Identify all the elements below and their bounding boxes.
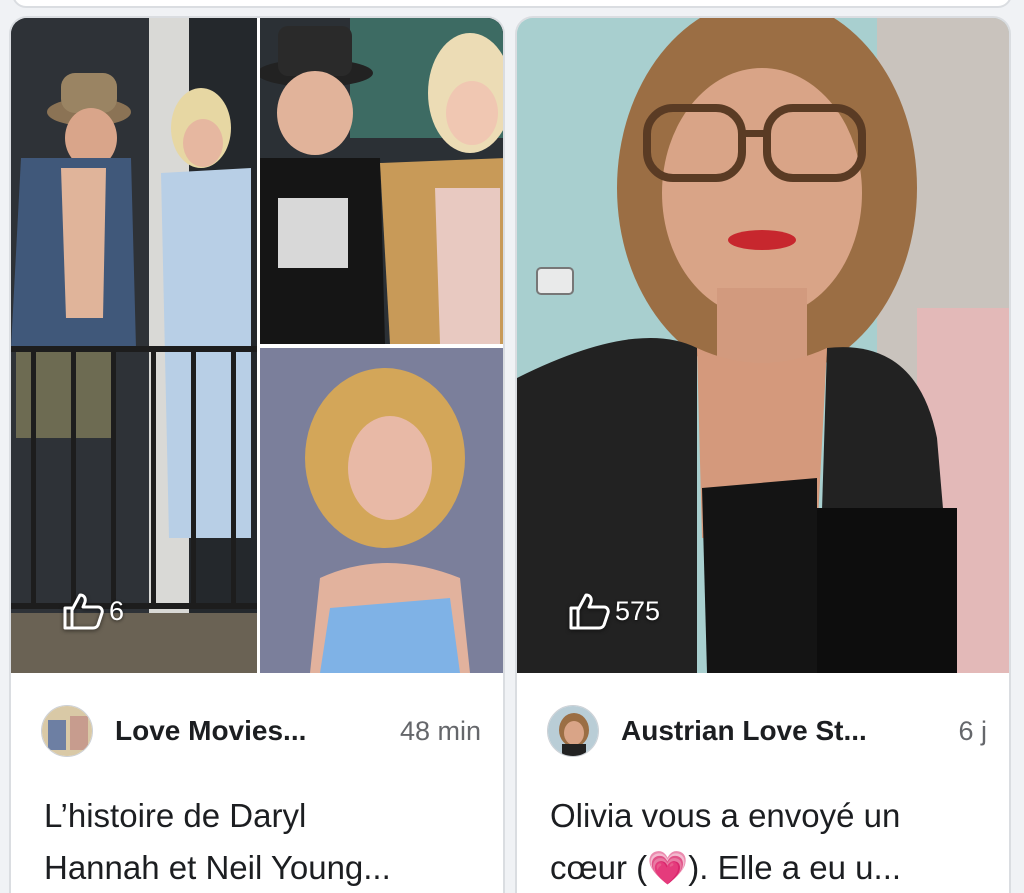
- concert-photo: [260, 18, 503, 344]
- post-media[interactable]: 6: [11, 18, 503, 673]
- news-feed: 6 Love Movies... 48 min L’histoire de Da…: [0, 0, 1024, 893]
- post-card[interactable]: 6 Love Movies... 48 min L’histoire de Da…: [9, 16, 505, 893]
- post-meta: Love Movies... 48 min: [41, 704, 481, 758]
- caption-line: L’histoire de Daryl: [44, 797, 307, 834]
- like-count: 575: [615, 595, 661, 626]
- post-card[interactable]: 575 Austrian Love St... 6 j Olivia vous …: [515, 16, 1011, 893]
- caption-line: Olivia vous a envoyé un: [550, 797, 901, 834]
- post-caption[interactable]: Olivia vous a envoyé un cœur (💗). Elle a…: [550, 790, 987, 893]
- caption-text: cœur (: [550, 849, 648, 886]
- like-count-badge: 575: [567, 591, 660, 631]
- thumbs-up-outline-icon: [63, 593, 104, 630]
- post-media[interactable]: 575: [517, 18, 1009, 673]
- portrait-photo: [260, 348, 503, 673]
- like-count: 6: [109, 595, 125, 626]
- post-caption[interactable]: L’histoire de Daryl Hannah et Neil Young…: [44, 790, 481, 893]
- caption-line: Hannah et Neil Young...: [44, 849, 391, 886]
- caption-line: cœur (💗). Elle a eu u...: [550, 842, 987, 893]
- previous-card-edge: [12, 0, 1012, 8]
- avatar[interactable]: [547, 705, 599, 757]
- author-name[interactable]: Love Movies...: [115, 715, 306, 747]
- avatar[interactable]: [41, 705, 93, 757]
- balcony-photo: [11, 18, 257, 673]
- author-name[interactable]: Austrian Love St...: [621, 715, 867, 747]
- post-meta: Austrian Love St... 6 j: [547, 704, 987, 758]
- post-time: 6 j: [958, 715, 987, 746]
- heart-emoji-icon: 💗: [647, 849, 689, 886]
- caption-text: ). Elle a eu u...: [688, 849, 902, 886]
- thumbs-up-outline-icon: [569, 593, 610, 630]
- like-count-badge: 6: [61, 591, 124, 631]
- post-time: 48 min: [399, 715, 481, 746]
- photo-collage[interactable]: [11, 18, 503, 673]
- selfie-photo: [517, 18, 1009, 673]
